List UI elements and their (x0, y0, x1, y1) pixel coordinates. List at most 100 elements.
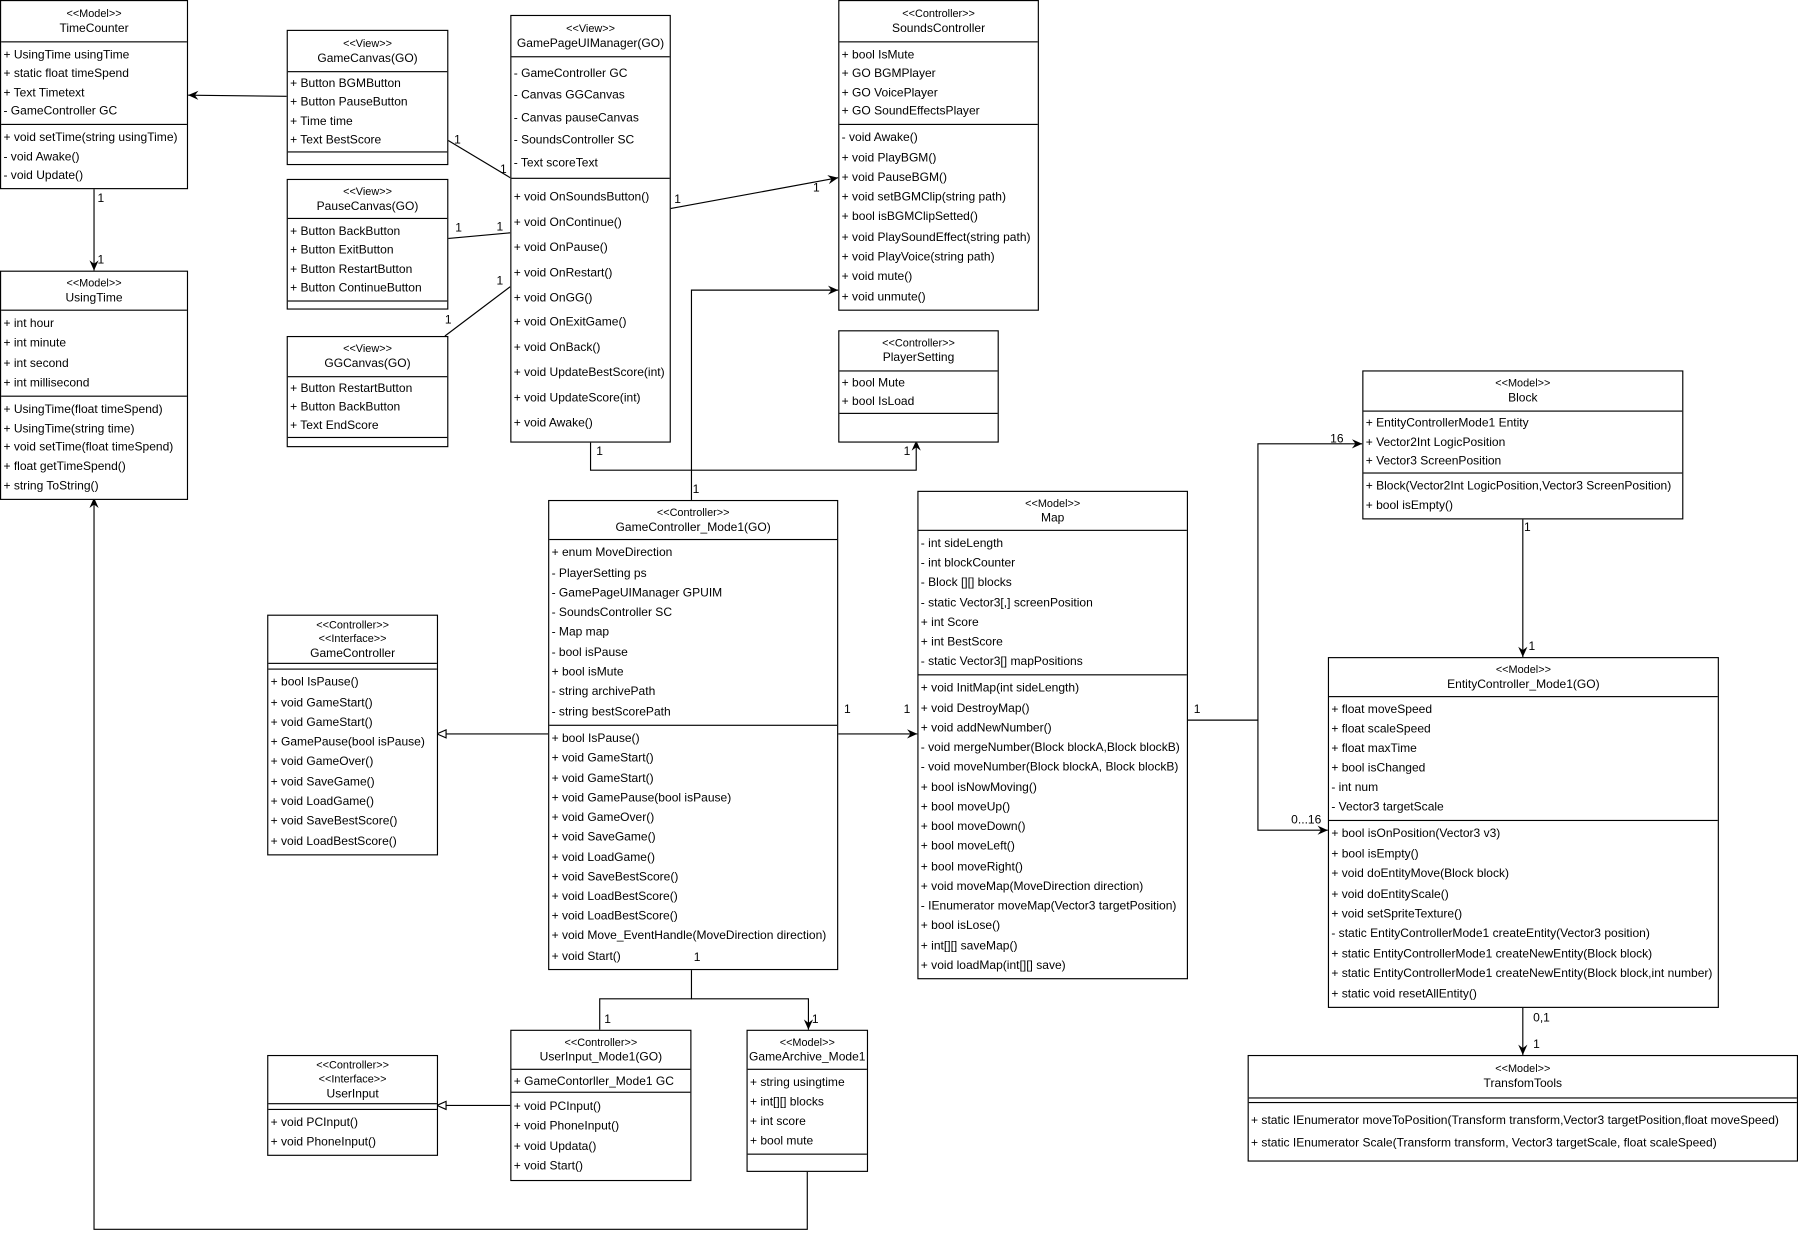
multiplicity-label: 0...16 (1291, 813, 1322, 827)
class-attributes-section: + Button RestartButton + Button BackButto… (287, 377, 448, 439)
class-methods-section: + void InitMap(int sideLength) + void Des… (919, 675, 1187, 978)
class-header: <<Model>> Block (1363, 372, 1683, 412)
class-method: + void LoadGame() (551, 850, 655, 865)
class-method: + void OnExitGame() (513, 315, 627, 330)
class-pausecanvas[interactable]: <<View>> PauseCanvas(GO) + Button BackButt… (286, 178, 449, 310)
class-attribute: + GO VoicePlayer (841, 85, 938, 100)
class-gamecontroller_mode1[interactable]: <<Controller>> GameController_Mode1(GO) + … (548, 499, 839, 971)
class-entitycontroller[interactable]: <<Model>> EntityController_Mode1(GO) + flo… (1327, 657, 1719, 1008)
class-header: <<Model>> TimeCounter (1, 1, 187, 43)
class-header: <<View>> GamePageUIManager(GO) (511, 16, 670, 58)
class-method: + void LoadBestScore() (551, 909, 678, 924)
multiplicity-label: 1 (693, 950, 701, 965)
class-header: <<View>> GGCanvas(GO) (287, 337, 448, 378)
class-attribute: + bool mute (749, 1134, 814, 1148)
class-stereotype: <<Controller>> (316, 618, 389, 632)
class-attribute: + Vector3 ScreenPosition (1365, 453, 1502, 468)
class-method: + bool isNowMoving() (920, 780, 1037, 795)
class-method: + void GameOver() (551, 810, 655, 825)
class-ggcanvas[interactable]: <<View>> GGCanvas(GO) + Button RestartButt… (286, 335, 449, 448)
multiplicity-label: 1 (674, 192, 681, 207)
class-attribute: + UsingTime usingTime (3, 47, 130, 62)
class-soundscontroller[interactable]: <<Controller>> SoundsController + bool IsM… (838, 0, 1039, 311)
class-attribute: + bool isChanged (1331, 761, 1426, 776)
class-name: GamePageUIManager(GO) (516, 36, 665, 50)
class-method: + void SaveBestScore() (270, 814, 398, 829)
multiplicity-label: 1 (903, 444, 911, 459)
class-attribute: - string bestScorePath (551, 704, 671, 719)
class-header: <<Controller>> SoundsController (839, 1, 1038, 43)
class-header: <<View>> PauseCanvas(GO) (287, 180, 448, 220)
class-block[interactable]: <<Model>> Block + EntityControllerMode1 En… (1362, 370, 1684, 520)
class-stereotype: <<Model>> (1025, 497, 1081, 510)
class-method: + void SaveGame() (270, 774, 375, 789)
class-gamecontroller_iface[interactable]: <<Controller>> <<Interface>> GameControlle… (267, 614, 439, 856)
class-method: + void GameStart() (551, 751, 654, 766)
class-method: + void PlaySoundEffect(string path) (841, 230, 1031, 244)
class-method: + bool isBGMClipSetted() (841, 210, 978, 225)
class-method: + void Updata() (513, 1139, 597, 1154)
association-gamecanvas-to-timecounter (188, 90, 287, 100)
class-attribute: + Button BackButton (290, 224, 401, 239)
class-transformtools[interactable]: <<Model>> TransfomTools + static IEnumerat… (1247, 1054, 1798, 1162)
multiplicity-label: 1 (97, 253, 105, 268)
multiplicity-label: 16 (1330, 432, 1344, 447)
class-attributes-section: + bool IsMute + GO BGMPlayer + GO VoicePla… (839, 42, 1038, 125)
class-attribute: + float maxTime (1331, 741, 1417, 756)
class-gamearchive[interactable]: <<Model>> GameArchive_Mode1 + string using… (746, 1029, 869, 1172)
multiplicity-label: 1 (813, 181, 820, 195)
class-method: + bool moveDown() (920, 819, 1026, 834)
class-attributes-section: + enum MoveDirection - PlayerSetting ps - … (549, 540, 838, 726)
class-methods-section (288, 153, 447, 164)
class-timecounter[interactable]: <<Model>> TimeCounter + UsingTime usingTim… (0, 0, 189, 190)
class-method: + void OnGG() (513, 290, 593, 305)
class-methods-section: + bool IsPause() + void GameStart() + void… (549, 726, 837, 969)
class-attributes-section: + Button BGMButton + Button PauseButton + … (287, 72, 448, 153)
class-header: <<Controller>> GameController_Mode1(GO) (549, 501, 838, 541)
class-header: <<View>> GameCanvas(GO) (287, 31, 448, 73)
multiplicity-label: 1 (454, 133, 461, 147)
class-method: + static void resetAllEntity() (1331, 986, 1477, 1001)
class-map[interactable]: <<Model>> Map - int sideLength - int blockC… (917, 490, 1188, 980)
multiplicity-label: 1 (604, 1012, 612, 1027)
class-name: PlayerSetting (882, 350, 955, 365)
class-name: UserInput (326, 1086, 379, 1101)
class-playersetting[interactable]: <<Controller>> PlayerSetting + bool Mute + … (838, 330, 999, 443)
class-gpuim[interactable]: <<View>> GamePageUIManager(GO) - GameContr… (510, 14, 671, 443)
class-stereotype: <<Model>> (1495, 663, 1551, 676)
class-header: <<Model>> UsingTime (1, 272, 187, 311)
class-attributes-section: + int hour + int minute + int second + int … (1, 311, 187, 397)
class-userinput_mode1[interactable]: <<Controller>> UserInput_Mode1(GO) + GameC… (510, 1029, 692, 1182)
class-attribute: + float scaleSpeed (1331, 722, 1431, 737)
class-attribute: + int Score (920, 615, 979, 630)
class-method: - void Awake() (3, 149, 80, 164)
class-method: + void moveMap(MoveDirection direction) (920, 879, 1144, 893)
class-method: + string ToString() (3, 479, 99, 494)
class-attribute: - int num (1331, 780, 1379, 795)
class-stereotype: <<View>> (343, 342, 392, 356)
multiplicity-label: 1 (1528, 639, 1536, 654)
class-method: + void OnContinue() (513, 215, 622, 230)
class-userinput_iface[interactable]: <<Controller>> <<Interface>> UserInput + vo… (267, 1054, 439, 1156)
class-gamecanvas[interactable]: <<View>> GameCanvas(GO) + Button BGMButton… (286, 29, 449, 166)
class-attribute: - static Vector3[] mapPositions (920, 654, 1083, 669)
multiplicity-label: 1 (903, 702, 911, 717)
class-stereotype: <<Interface>> (318, 632, 387, 646)
class-usingtime[interactable]: <<Model>> UsingTime + int hour + int minute… (0, 270, 189, 500)
class-attribute: - Map map (551, 625, 610, 640)
class-attribute: + GameContorller_Mode1 GC (513, 1073, 675, 1088)
class-method: + void setTime(float timeSpend) (3, 440, 174, 455)
class-method: - void mergeNumber(Block blockA,Block bl… (920, 740, 1180, 755)
class-attribute: - SoundsController SC (551, 605, 673, 620)
class-method: - IEnumerator moveMap(Vector3 targetPosi… (920, 899, 1177, 913)
class-method: + bool moveLeft() (920, 839, 1015, 854)
class-name: UsingTime (65, 290, 123, 305)
class-attributes-section: + string usingtime + int[][] blocks + int … (747, 1070, 867, 1155)
class-stereotype: <<View>> (343, 37, 392, 50)
class-method: + UsingTime(string time) (3, 421, 135, 436)
class-name: GameArchive_Mode1 (749, 1049, 866, 1064)
class-methods-section (288, 438, 447, 446)
class-method: - void Update() (3, 168, 84, 183)
class-method: + void OnSoundsButton() (513, 190, 650, 205)
class-attributes-section: + bool Mute + bool IsLoad (839, 372, 998, 414)
